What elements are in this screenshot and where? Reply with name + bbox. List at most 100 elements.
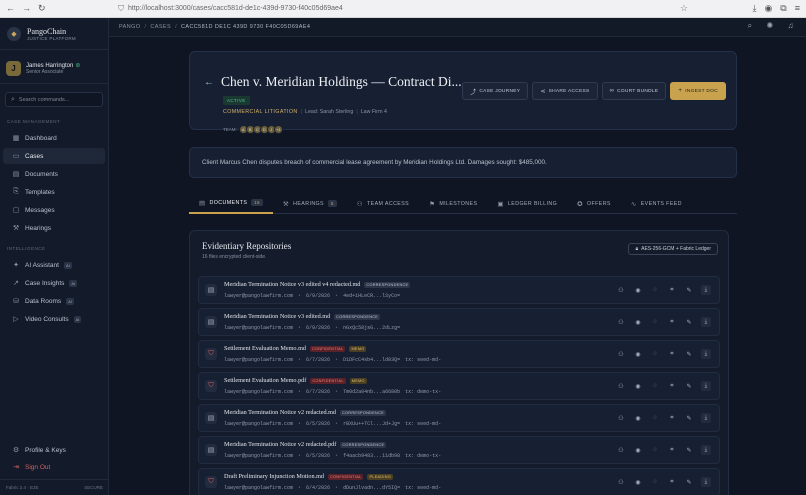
view-icon[interactable]: ◉ [633, 413, 643, 423]
comment-icon[interactable]: ◌ [650, 445, 660, 455]
court-bundle-button[interactable]: ∞ COURT BUNDLE [601, 82, 667, 100]
bell-icon[interactable]: ♫ [788, 21, 794, 31]
sign-icon[interactable]: ✎ [684, 445, 694, 455]
view-icon[interactable]: ◉ [633, 317, 643, 327]
tag-icon[interactable]: ⌗ [667, 349, 677, 359]
breadcrumb-cases[interactable]: CASES [150, 24, 171, 30]
tab-offers[interactable]: ✪ OFFERS [567, 193, 621, 214]
tab-milestones[interactable]: ⚑ MILESTONES [419, 193, 487, 214]
ingest-doc-button[interactable]: + INGEST DOC [670, 82, 726, 100]
sign-icon[interactable]: ✎ [684, 285, 694, 295]
comment-icon[interactable]: ◌ [650, 413, 660, 423]
share-users-icon[interactable]: ⚇ [616, 413, 626, 423]
sidebar-item-ai-assistant[interactable]: ✦ AI Assistant AI [3, 257, 105, 273]
share-users-icon[interactable]: ⚇ [616, 285, 626, 295]
download-icon[interactable]: ⤓ [701, 317, 711, 327]
comment-icon[interactable]: ◌ [650, 477, 660, 487]
comment-icon[interactable]: ◌ [650, 381, 660, 391]
file-name[interactable]: Meridian Termination Notice v2 redacted.… [224, 441, 336, 448]
share-users-icon[interactable]: ⚇ [616, 445, 626, 455]
comment-icon[interactable]: ◌ [650, 285, 660, 295]
sidebar-item-templates[interactable]: ⎘ Templates [3, 184, 105, 200]
search-icon[interactable]: ⌕ [748, 21, 753, 31]
file-name[interactable]: Settlement Evaluation Memo.pdf [224, 377, 306, 384]
download-icon[interactable]: ⤓ [701, 349, 711, 359]
sidebar-item-profile[interactable]: ⚙ Profile & Keys [3, 442, 106, 458]
sign-icon[interactable]: ✎ [684, 349, 694, 359]
file-name[interactable]: Meridian Termination Notice v3 edited v4… [224, 281, 360, 288]
user-card[interactable]: J James Harrington ⊛ Senior Associate [0, 54, 108, 84]
tag-icon[interactable]: ⌗ [667, 381, 677, 391]
list-item[interactable]: ▤ Meridian Termination Notice v2 redacte… [198, 404, 720, 432]
tab-hearings[interactable]: ⚒ HEARINGS 5 [273, 193, 347, 214]
extensions-icon[interactable]: ⧉ [780, 3, 786, 14]
sidebar-item-cases[interactable]: ▭ Cases [3, 148, 105, 164]
download-icon[interactable]: ⤓ [701, 381, 711, 391]
file-name[interactable]: Meridian Termination Notice v2 redacted.… [224, 409, 336, 416]
tag-icon[interactable]: ⌗ [667, 285, 677, 295]
download-icon[interactable]: ⤓ [701, 413, 711, 423]
sign-icon[interactable]: ✎ [684, 477, 694, 487]
list-item[interactable]: ▤ Meridian Termination Notice v2 redacte… [198, 436, 720, 464]
tab-events-feed[interactable]: ∿ EVENTS FEED [621, 193, 692, 214]
menu-icon[interactable]: ≡ [795, 3, 800, 14]
view-icon[interactable]: ◉ [633, 381, 643, 391]
brand[interactable]: ◆ PangoChain JUSTICE PLATFORM [0, 18, 108, 50]
view-icon[interactable]: ◉ [633, 285, 643, 295]
list-item[interactable]: ⛉ Settlement Evaluation Memo.pdf CONFIDEN… [198, 372, 720, 400]
view-icon[interactable]: ◉ [633, 445, 643, 455]
address-bar[interactable]: ⛉ http://localhost:3000/cases/cacc581d-d… [118, 2, 688, 15]
tag-icon[interactable]: ⌗ [667, 477, 677, 487]
comment-icon[interactable]: ◌ [650, 349, 660, 359]
tab-team-access[interactable]: ⚇ TEAM ACCESS [347, 193, 419, 214]
profile-icon[interactable]: ◉ [764, 3, 772, 14]
share-users-icon[interactable]: ⚇ [616, 381, 626, 391]
search-input[interactable]: ⌕ Search commands... [5, 92, 103, 107]
file-name[interactable]: Settlement Evaluation Memo.md [224, 345, 306, 352]
download-icon[interactable]: ⤓ [752, 3, 756, 14]
sidebar-item-documents[interactable]: ▤ Documents [3, 166, 105, 182]
tag-icon[interactable]: ⌗ [667, 413, 677, 423]
tab-ledger-billing[interactable]: ▣ LEDGER BILLING [487, 193, 567, 214]
sign-icon[interactable]: ✎ [684, 317, 694, 327]
sidebar-item-messages[interactable]: ▢ Messages [3, 202, 105, 218]
list-item[interactable]: ⛉ Settlement Evaluation Memo.md CONFIDENT… [198, 340, 720, 368]
share-users-icon[interactable]: ⚇ [616, 317, 626, 327]
sidebar-item-case-insights[interactable]: ↗ Case Insights AI [3, 275, 105, 291]
bookmark-star-icon[interactable]: ☆ [680, 3, 688, 14]
theme-toggle-icon[interactable]: ✺ [766, 21, 773, 31]
tag-icon[interactable]: ⌗ [667, 317, 677, 327]
share-users-icon[interactable]: ⚇ [616, 477, 626, 487]
view-icon[interactable]: ◉ [633, 477, 643, 487]
list-item[interactable]: ▤ Meridian Termination Notice v3 edited.… [198, 308, 720, 336]
file-date: 6/7/2026 [306, 389, 331, 395]
sign-icon[interactable]: ✎ [684, 381, 694, 391]
list-item[interactable]: ▤ Meridian Termination Notice v3 edited … [198, 276, 720, 304]
file-name[interactable]: Meridian Termination Notice v3 edited.md [224, 313, 330, 320]
file-name[interactable]: Draft Preliminary Injunction Motion.md [224, 473, 324, 480]
sign-out-button[interactable]: ⇥ Sign Out [3, 459, 106, 475]
sidebar-item-data-rooms[interactable]: ⛁ Data Rooms AI [3, 293, 105, 309]
sidebar-item-dashboard[interactable]: ▦ Dashboard [3, 130, 105, 146]
share-users-icon[interactable]: ⚇ [616, 349, 626, 359]
sign-icon[interactable]: ✎ [684, 413, 694, 423]
browser-reload-icon[interactable]: ↻ [38, 3, 46, 14]
sidebar-item-video-consults[interactable]: ▷ Video Consults AI [3, 311, 105, 327]
list-item[interactable]: ⛉ Draft Preliminary Injunction Motion.md… [198, 468, 720, 495]
share-access-button[interactable]: ⋖ SHARE ACCESS [532, 82, 598, 100]
breadcrumb-pango[interactable]: PANGO [119, 24, 140, 30]
download-icon[interactable]: ⤓ [701, 445, 711, 455]
view-icon[interactable]: ◉ [633, 349, 643, 359]
comment-icon[interactable]: ◌ [650, 317, 660, 327]
tag-icon[interactable]: ⌗ [667, 445, 677, 455]
download-icon[interactable]: ⤓ [701, 477, 711, 487]
download-icon[interactable]: ⤓ [701, 285, 711, 295]
case-journey-button[interactable]: ⤴ CASE JOURNEY [462, 82, 529, 100]
browser-back-icon[interactable]: ← [6, 3, 15, 14]
browser-forward-icon[interactable]: → [22, 3, 31, 14]
team-avatars[interactable]: TEAM: A B C D J +1 [223, 125, 283, 134]
lock-icon: 🔒︎ [635, 246, 639, 252]
sidebar-item-hearings[interactable]: ⚒ Hearings [3, 220, 105, 236]
tab-documents[interactable]: ▤ DOCUMENTS 16 [189, 193, 273, 214]
back-arrow-icon[interactable]: ← [204, 77, 214, 88]
